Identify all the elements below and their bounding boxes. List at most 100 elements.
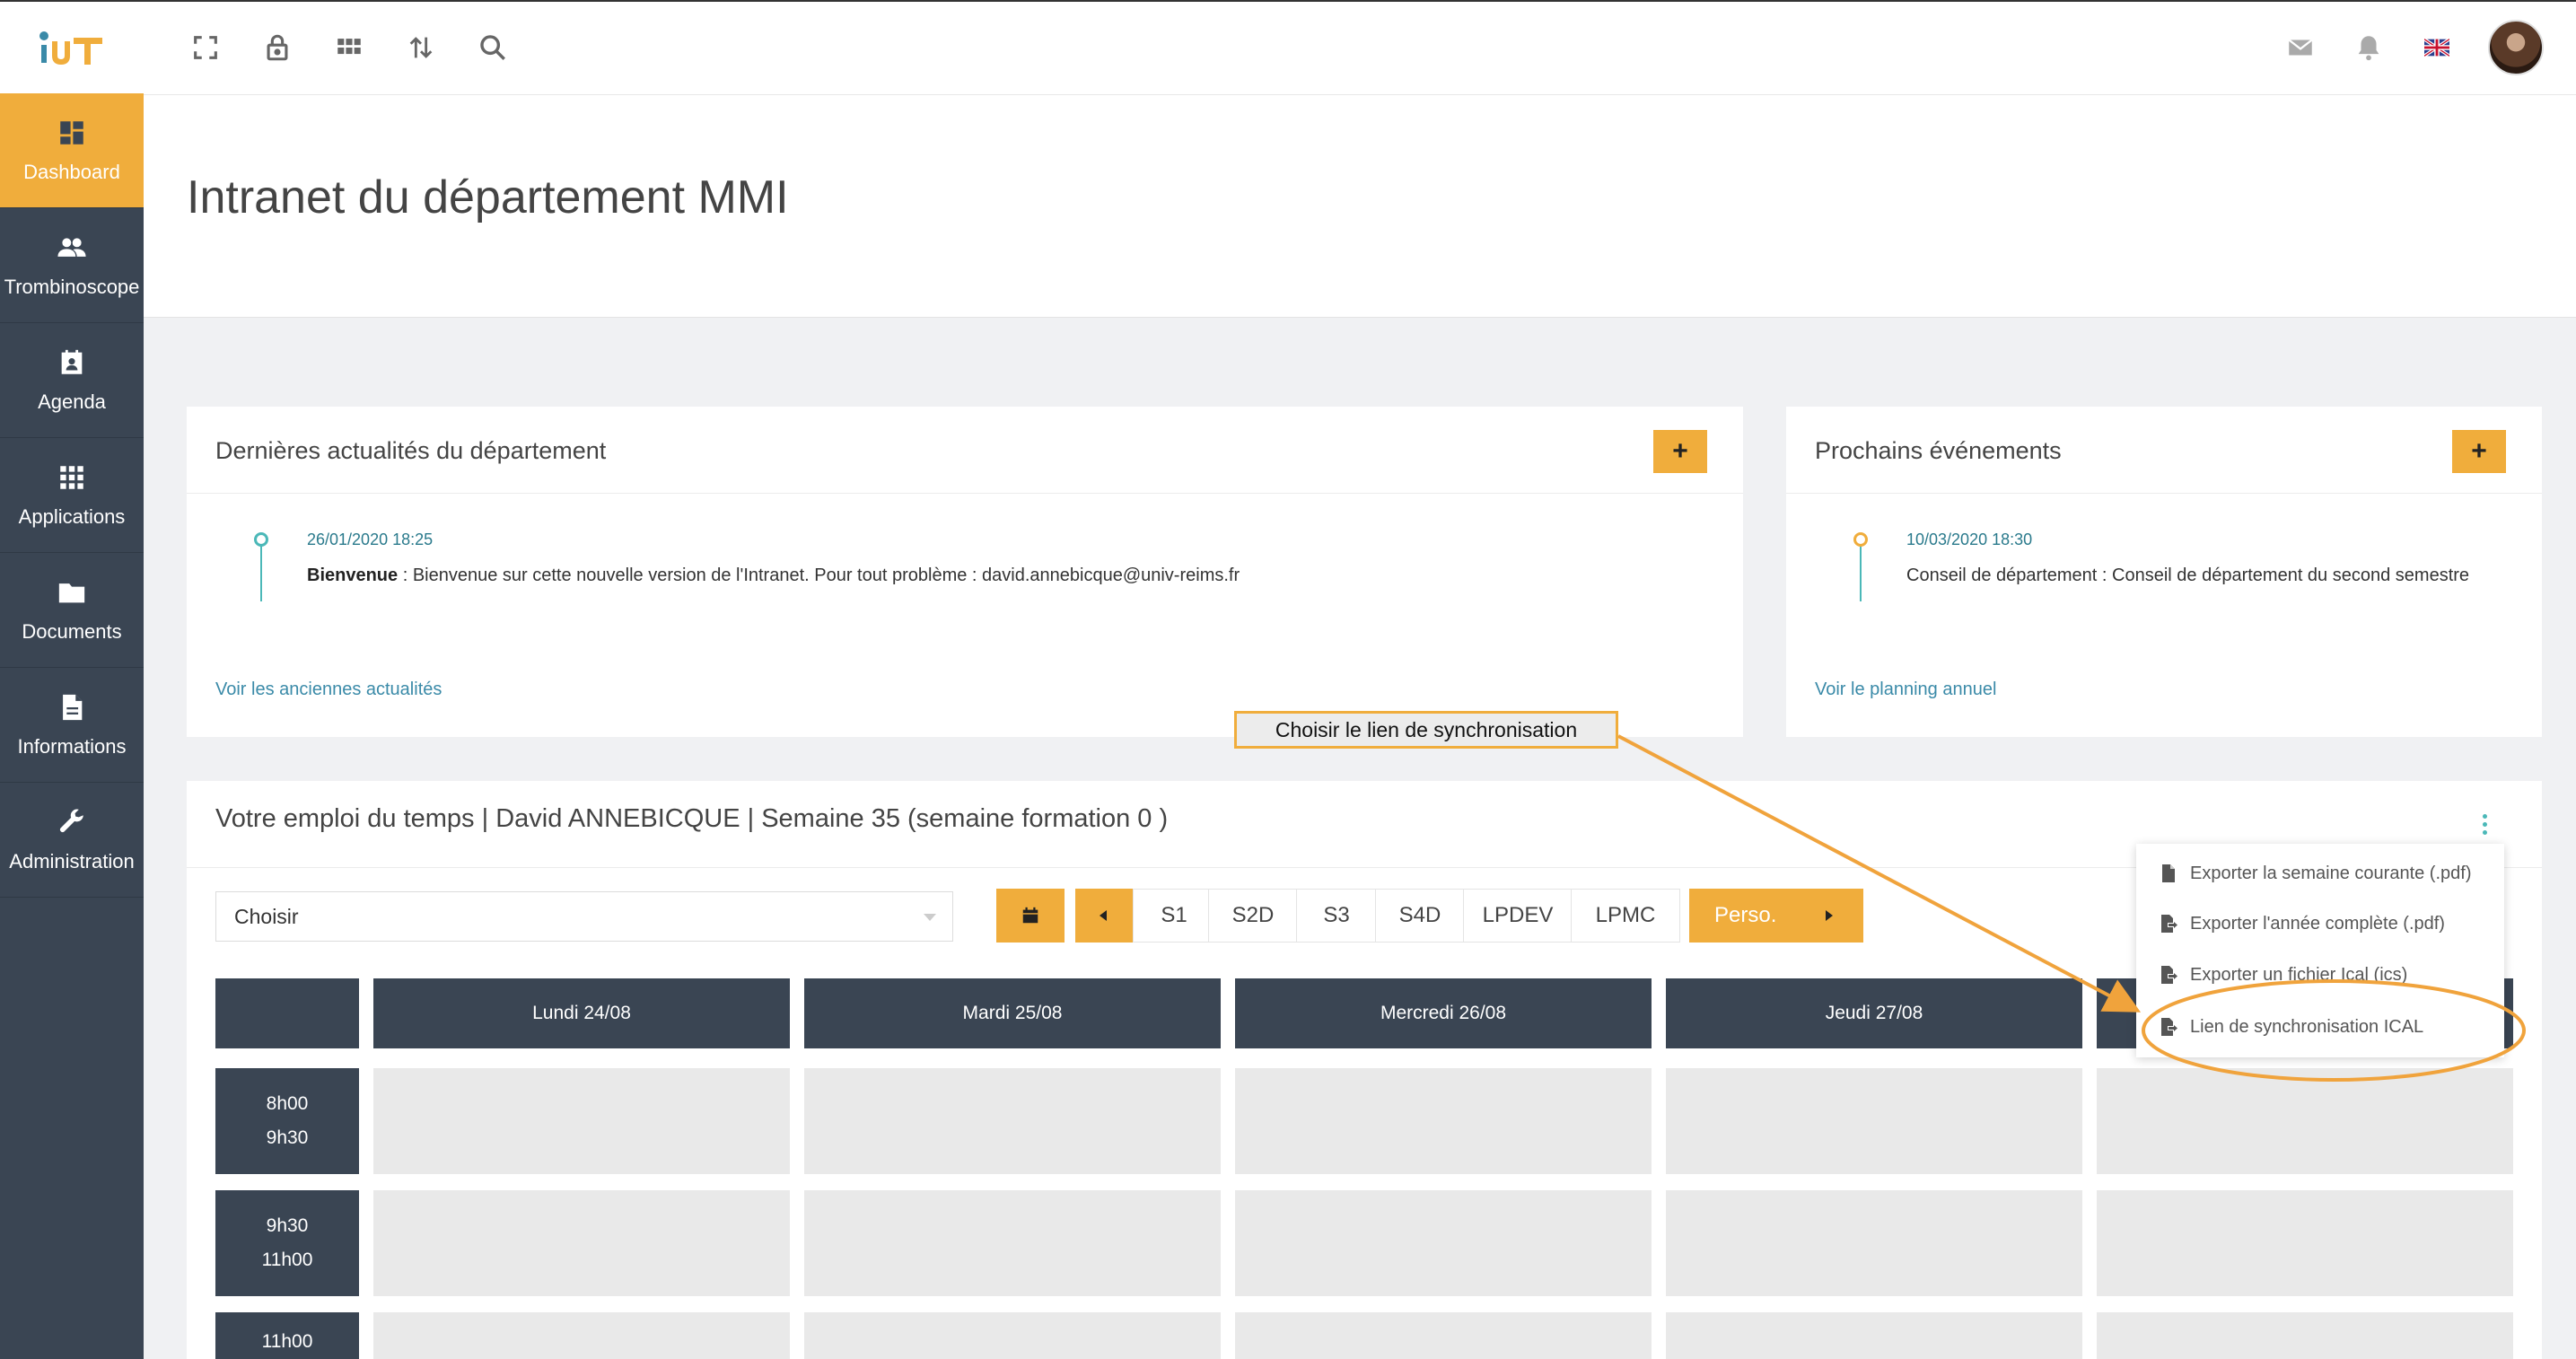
day-header-wednesday: Mercredi 26/08 [1235,978,1652,1048]
group-select-value: Choisir [234,905,299,928]
more-options-icon[interactable] [2474,806,2495,842]
agenda-icon [61,349,83,374]
export-menu: Exporter la semaine courante (.pdf) Expo… [2136,844,2504,1057]
schedule-cell[interactable] [1666,1068,2082,1174]
timeline-dot [254,532,268,547]
schedule-cell[interactable] [2097,1068,2513,1174]
page-title: Intranet du département MMI [187,171,789,224]
menu-item-export-ics[interactable]: Exporter un fichier Ical (ics) [2136,950,2504,1000]
chevron-right-icon [1826,910,1833,921]
slot-end: 11h00 [261,1249,313,1270]
mail-icon[interactable] [2280,27,2321,68]
sidebar-item-label: Dashboard [23,160,120,183]
schedule-cell[interactable] [1666,1312,2082,1359]
sidebar-item-administration[interactable]: Administration [0,783,144,898]
menu-item-export-year-pdf[interactable]: Exporter l'année complète (.pdf) [2136,899,2504,949]
sidebar-item-label: Trombinoscope [4,275,140,298]
top-bar [0,0,2576,95]
sidebar-item-dashboard[interactable]: Dashboard [0,93,144,208]
news-item-heading: Bienvenue [307,566,399,585]
sidebar-item-label: Documents [22,619,122,643]
page-header: Intranet du département MMI [144,95,2576,318]
add-news-button[interactable]: + [1653,430,1707,473]
events-card: Prochains événements + 10/03/2020 18:30 … [1786,407,2542,737]
news-item-date: 26/01/2020 18:25 [307,530,434,548]
search-icon[interactable] [472,27,513,68]
menu-item-export-week-pdf[interactable]: Exporter la semaine courante (.pdf) [2136,848,2504,899]
news-card: Dernières actualités du département + 26… [187,407,1743,737]
sidebar-item-informations[interactable]: Informations [0,668,144,783]
uk-flag-icon[interactable] [2416,27,2458,68]
fullscreen-icon[interactable] [185,27,226,68]
menu-item-label: Lien de synchronisation ICAL [2190,1016,2424,1037]
day-header-monday: Lundi 24/08 [373,978,790,1048]
sidebar-item-documents[interactable]: Documents [0,553,144,668]
news-card-title: Dernières actualités du département [215,437,607,464]
group-select[interactable]: Choisir [215,891,953,942]
calendar-button[interactable] [996,889,1065,943]
old-news-link[interactable]: Voir les anciennes actualités [215,680,442,700]
tab-perso-label: Perso. [1714,903,1777,927]
previous-week-button[interactable] [1075,889,1133,943]
folder-icon [58,583,85,602]
add-event-button[interactable]: + [2452,430,2506,473]
menu-item-label: Exporter un fichier Ical (ics) [2190,964,2408,985]
dashboard-icon [60,120,83,145]
slot-start: 8h00 [266,1093,309,1114]
schedule-cell[interactable] [373,1312,790,1359]
schedule-cell[interactable] [1666,1190,2082,1296]
export-file-icon [2161,915,2177,933]
news-item-text: Bienvenue : Bienvenue sur cette nouvelle… [307,566,1240,586]
brand-logo[interactable] [0,2,144,95]
sidebar-item-trombinoscope[interactable]: Trombinoscope [0,208,144,323]
schedule-cell[interactable] [373,1190,790,1296]
document-icon [63,694,83,720]
schedule-cell[interactable] [1235,1068,1652,1174]
annual-planning-link[interactable]: Voir le planning annuel [1815,680,1996,700]
menu-item-label: Exporter la semaine courante (.pdf) [2190,863,2472,883]
menu-item-ical-sync-link[interactable]: Lien de synchronisation ICAL [2136,1002,2504,1052]
chevron-down-icon [924,914,936,921]
annotation-callout: Choisir le lien de synchronisation [1234,711,1618,749]
tab-lpmc[interactable]: LPMC [1571,889,1680,943]
avatar[interactable] [2488,20,2544,75]
sidebar-item-agenda[interactable]: Agenda [0,323,144,438]
day-header-thursday: Jeudi 27/08 [1666,978,2082,1048]
schedule-cell[interactable] [373,1068,790,1174]
schedule-cell[interactable] [804,1068,1221,1174]
calendar-icon [1022,907,1038,924]
slot-end: 9h30 [266,1127,309,1148]
sort-arrows-icon[interactable] [400,27,442,68]
menu-item-label: Exporter l'année complète (.pdf) [2190,913,2445,934]
schedule-cell[interactable] [2097,1312,2513,1359]
schedule-cell[interactable] [1235,1312,1652,1359]
logo-icon [39,31,102,65]
sidebar-item-label: Agenda [38,390,106,413]
tab-lpdev[interactable]: LPDEV [1463,889,1573,943]
sidebar: Dashboard Trombinoscope Agenda Applicati… [0,93,144,1359]
timeline-line [260,539,262,601]
timeline-line [1860,539,1862,601]
sidebar-item-label: Informations [17,734,127,758]
event-item-date: 10/03/2020 18:30 [1906,530,2033,548]
time-slot-1: 8h00 9h30 [215,1068,359,1174]
tab-s4d[interactable]: S4D [1375,889,1465,943]
time-slot-3: 11h00 [215,1312,359,1359]
apps-grid-icon[interactable] [329,27,370,68]
sidebar-item-applications[interactable]: Applications [0,438,144,553]
events-card-title: Prochains événements [1815,437,2062,464]
sidebar-item-label: Applications [18,504,126,528]
schedule-cell[interactable] [804,1312,1221,1359]
tab-s2d[interactable]: S2D [1208,889,1298,943]
people-icon [57,237,86,257]
schedule-cell[interactable] [804,1190,1221,1296]
bell-icon[interactable] [2348,27,2389,68]
schedule-title: Votre emploi du temps | David ANNEBICQUE… [215,804,1169,833]
schedule-cell[interactable] [2097,1190,2513,1296]
tab-s1[interactable]: S1 [1133,889,1215,943]
schedule-cell[interactable] [1235,1190,1652,1296]
tab-perso[interactable]: Perso. [1689,889,1863,943]
event-item-text: Conseil de département : Conseil de dépa… [1906,566,2470,585]
tab-s3[interactable]: S3 [1296,889,1377,943]
lock-icon[interactable] [257,27,298,68]
